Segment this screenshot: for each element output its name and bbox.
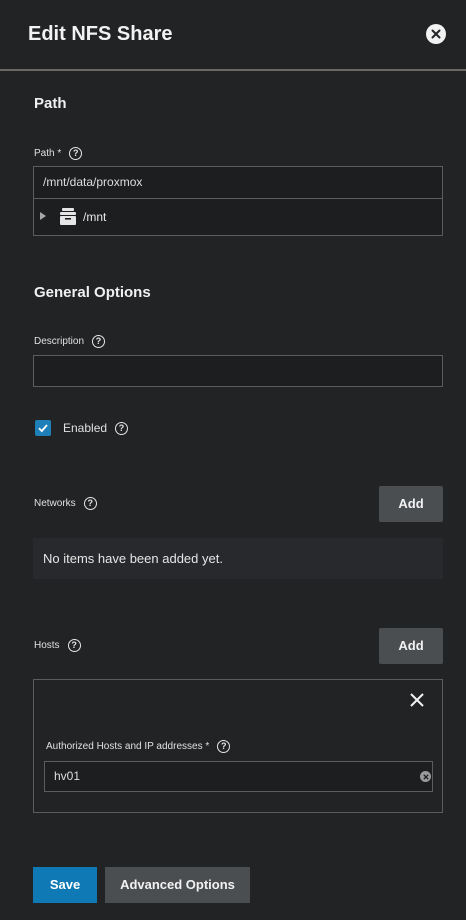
- help-icon[interactable]: ?: [69, 147, 83, 160]
- tree-item-label: /mnt: [83, 210, 107, 224]
- save-button[interactable]: Save: [33, 867, 97, 903]
- description-input[interactable]: [33, 355, 443, 387]
- dataset-folder-icon: [59, 208, 77, 228]
- enabled-checkbox[interactable]: [35, 420, 51, 436]
- help-icon[interactable]: ?: [92, 335, 106, 348]
- hosts-label: Hosts: [34, 640, 60, 651]
- path-section-title: Path: [34, 95, 67, 112]
- networks-label: Networks: [34, 498, 76, 509]
- hosts-label-row: Hosts ?: [34, 639, 81, 652]
- dialog-title: Edit NFS Share: [28, 23, 173, 45]
- path-label-row: Path * ?: [34, 147, 83, 160]
- remove-host-icon[interactable]: [409, 692, 425, 713]
- help-icon[interactable]: ?: [217, 740, 231, 753]
- add-network-button[interactable]: Add: [379, 486, 443, 522]
- enabled-label-row: Enabled ?: [63, 421, 129, 435]
- enabled-label: Enabled: [63, 421, 108, 435]
- networks-label-row: Networks ?: [34, 497, 97, 510]
- close-icon[interactable]: [426, 24, 446, 44]
- help-icon[interactable]: ?: [115, 421, 129, 435]
- help-icon[interactable]: ?: [67, 639, 81, 652]
- dialog-header: Edit NFS Share: [0, 0, 466, 71]
- description-label-row: Description ?: [34, 335, 106, 348]
- description-label: Description: [34, 336, 85, 347]
- help-icon[interactable]: ?: [83, 497, 97, 510]
- host-input[interactable]: hv01: [44, 761, 433, 792]
- host-entry: Authorized Hosts and IP addresses * ? hv…: [33, 679, 443, 813]
- expand-arrow-icon[interactable]: [40, 212, 46, 220]
- path-input[interactable]: /mnt/data/proxmox: [33, 166, 443, 199]
- advanced-options-button[interactable]: Advanced Options: [105, 867, 250, 903]
- general-section-title: General Options: [34, 284, 151, 301]
- path-tree-node[interactable]: /mnt: [33, 199, 443, 236]
- clear-input-icon[interactable]: [420, 771, 431, 782]
- host-label-row: Authorized Hosts and IP addresses * ?: [46, 740, 231, 753]
- host-label: Authorized Hosts and IP addresses *: [46, 741, 210, 752]
- networks-empty-state: No items have been added yet.: [33, 538, 443, 579]
- host-value: hv01: [54, 769, 81, 783]
- path-label: Path *: [34, 148, 62, 159]
- add-host-button[interactable]: Add: [379, 628, 443, 664]
